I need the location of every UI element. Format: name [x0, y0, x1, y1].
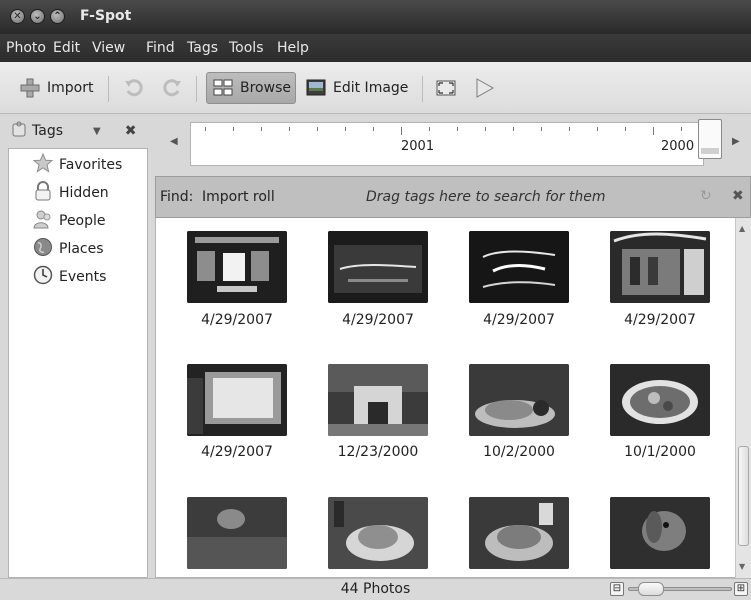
zoom-slider-handle[interactable] — [638, 582, 664, 596]
menu-photo[interactable]: Photo — [6, 40, 46, 56]
photo-thumbnail[interactable] — [328, 364, 428, 436]
menu-bar: Photo Edit View Find Tags Tools Help — [0, 34, 751, 62]
menu-tags[interactable]: Tags — [187, 40, 218, 56]
find-label: Find: — [160, 189, 194, 205]
browse-button[interactable]: Browse — [206, 72, 296, 104]
photo-grid: 4/29/2007 4/29/2007 4/29/2007 4/29/2007 … — [155, 218, 735, 578]
minimize-window-button[interactable]: ⌄ — [30, 9, 45, 24]
photo-date: 10/1/2000 — [624, 444, 696, 460]
tag-item-places[interactable]: Places — [33, 237, 104, 261]
close-window-button[interactable]: ✕ — [10, 9, 25, 24]
tag-item-hidden[interactable]: Hidden — [33, 181, 109, 205]
tag-item-events[interactable]: Events — [33, 265, 106, 289]
menu-help[interactable]: Help — [277, 40, 309, 56]
sidebar-title: Tags — [32, 123, 63, 139]
clear-find-icon[interactable]: ↻ — [700, 188, 712, 204]
tag-label: Favorites — [59, 157, 123, 173]
photo-date: 4/29/2007 — [624, 312, 696, 328]
lock-icon — [33, 181, 53, 205]
photo-thumbnail[interactable] — [469, 364, 569, 436]
status-bar: 44 Photos ⊟ ⊞ — [0, 578, 751, 600]
edit-image-button[interactable]: Edit Image — [300, 72, 413, 104]
window-title: F-Spot — [80, 8, 132, 24]
globe-icon — [33, 237, 53, 261]
edit-image-label: Edit Image — [333, 80, 409, 96]
clock-icon — [33, 265, 53, 289]
menu-find[interactable]: Find — [146, 40, 175, 56]
toolbar-separator — [196, 76, 197, 102]
zoom-in-icon[interactable]: ⊞ — [734, 582, 748, 596]
fullscreen-icon — [435, 77, 457, 99]
photo-thumbnail[interactable] — [328, 497, 428, 569]
browse-icon — [212, 77, 234, 99]
timeline-right-arrow-icon[interactable]: ▶ — [732, 136, 740, 147]
timeline[interactable]: ◀ 2001 2000 ▶ — [160, 114, 751, 174]
photo-thumbnail[interactable] — [610, 231, 710, 303]
menu-view[interactable]: View — [92, 40, 125, 56]
tag-label: Events — [59, 269, 107, 285]
timeline-left-arrow-icon[interactable]: ◀ — [170, 136, 178, 147]
slideshow-button[interactable] — [468, 72, 500, 104]
edit-image-icon — [305, 77, 327, 99]
star-icon — [32, 152, 54, 177]
sidebar-header: Tags ▼ ✖ — [8, 114, 148, 148]
photo-thumbnail[interactable] — [187, 231, 287, 303]
play-icon — [473, 77, 495, 99]
rotate-left-icon — [123, 77, 145, 99]
scroll-up-icon[interactable]: ▲ — [739, 224, 745, 233]
maximize-window-button[interactable]: ⌃ — [50, 9, 65, 24]
timeline-slider-handle[interactable] — [698, 119, 722, 159]
import-button[interactable]: Import — [14, 72, 98, 104]
timeline-year: 2000 — [661, 139, 695, 154]
photo-date: 4/29/2007 — [342, 312, 414, 328]
toolbar-separator — [108, 76, 109, 102]
tag-item-favorites[interactable]: Favorites — [32, 152, 123, 177]
find-bar[interactable]: Find: Import roll Drag tags here to sear… — [155, 176, 751, 218]
tag-label: Hidden — [59, 185, 109, 201]
photo-date: 10/2/2000 — [483, 444, 555, 460]
photo-date: 4/29/2007 — [201, 312, 273, 328]
tag-label: Places — [59, 241, 104, 257]
photo-thumbnail[interactable] — [187, 364, 287, 436]
toolbar-separator — [422, 76, 423, 102]
tag-label: People — [59, 213, 106, 229]
tag-sidebar: Tags ▼ ✖ Favorites Hidden People Places … — [8, 114, 148, 578]
photo-date: 12/23/2000 — [337, 444, 419, 460]
tag-list: Favorites Hidden People Places Events — [8, 148, 148, 578]
photo-date: 4/29/2007 — [483, 312, 555, 328]
timeline-year: 2001 — [401, 139, 435, 154]
photo-thumbnail[interactable] — [469, 497, 569, 569]
people-icon — [33, 209, 53, 233]
toolbar: Import Browse Edit Image — [0, 62, 751, 114]
photo-thumbnail[interactable] — [469, 231, 569, 303]
photo-thumbnail[interactable] — [187, 497, 287, 569]
title-bar: ✕ ⌄ ⌃ F-Spot — [0, 0, 751, 34]
photo-thumbnail[interactable] — [328, 231, 428, 303]
find-hint: Drag tags here to search for them — [366, 189, 606, 205]
find-import-roll[interactable]: Import roll — [202, 189, 275, 205]
sidebar-dropdown-icon[interactable]: ▼ — [93, 126, 101, 137]
close-find-icon[interactable]: ✖ — [732, 188, 744, 204]
import-icon — [19, 77, 41, 99]
import-label: Import — [47, 80, 94, 96]
rotate-right-icon — [161, 77, 183, 99]
photo-scrollbar[interactable]: ▲ ▼ — [735, 218, 751, 578]
rotate-left-button[interactable] — [118, 72, 150, 104]
menu-tools[interactable]: Tools — [229, 40, 264, 56]
browse-label: Browse — [240, 80, 291, 96]
zoom-out-icon[interactable]: ⊟ — [610, 582, 624, 596]
scroll-down-icon[interactable]: ▼ — [739, 562, 745, 571]
rotate-right-button[interactable] — [156, 72, 188, 104]
photo-thumbnail[interactable] — [610, 497, 710, 569]
photo-thumbnail[interactable] — [610, 364, 710, 436]
close-sidebar-icon[interactable]: ✖ — [125, 123, 137, 139]
fullscreen-button[interactable] — [430, 72, 462, 104]
scroll-thumb[interactable] — [738, 446, 749, 546]
tag-item-people[interactable]: People — [33, 209, 106, 233]
tag-icon — [12, 121, 26, 141]
photo-date: 4/29/2007 — [201, 444, 273, 460]
timeline-track[interactable]: 2001 2000 — [190, 122, 704, 166]
menu-edit[interactable]: Edit — [53, 40, 80, 56]
